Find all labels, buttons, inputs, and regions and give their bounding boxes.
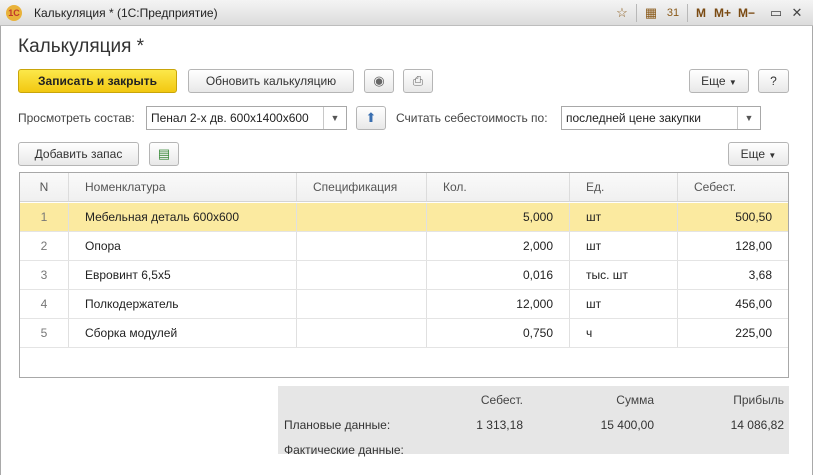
cost-method-value: последней цене закупки: [566, 111, 701, 125]
view-composition-value: Пенал 2-х дв. 600x1400x600: [151, 111, 309, 125]
cost-method-select[interactable]: последней цене закупки ▼: [561, 106, 761, 130]
table-row[interactable]: 3 Евровинт 6,5x5 0,016 тыс. шт 3,68: [20, 261, 788, 290]
column-header-specification[interactable]: Спецификация: [297, 173, 427, 202]
calculator-icon[interactable]: ▦: [643, 5, 659, 21]
row-nomenclature: Полкодержатель: [69, 290, 297, 318]
row-cost: 456,00: [735, 297, 772, 311]
row-number: 2: [20, 232, 69, 260]
calendar-icon[interactable]: 31: [665, 5, 681, 21]
row-number: 3: [20, 261, 69, 289]
window-titlebar: 1С Калькуляция * (1С:Предприятие) ☆ ▦ 31…: [0, 0, 813, 26]
row-specification: [297, 232, 427, 260]
row-number: 1: [20, 203, 69, 231]
column-header-quantity[interactable]: Кол.: [427, 173, 570, 202]
row-quantity: 2,000: [427, 232, 570, 260]
chevron-down-icon: ▼: [728, 78, 737, 87]
row-specification: [297, 319, 427, 347]
planned-profit-value: 14 086,82: [730, 418, 784, 432]
chevron-down-icon[interactable]: ▼: [323, 107, 346, 129]
row-quantity: 5,000: [427, 203, 570, 231]
planned-data-label: Плановые данные:: [284, 418, 391, 432]
column-header-nomenclature[interactable]: Номенклатура: [69, 173, 297, 202]
planned-cost-value: 1 313,18: [476, 418, 523, 432]
memory-minus-button[interactable]: M−: [738, 5, 755, 21]
column-header-unit[interactable]: Ед.: [570, 173, 678, 202]
column-header-n[interactable]: N: [20, 173, 69, 202]
more-label: Еще: [701, 74, 726, 88]
row-specification: [297, 261, 427, 289]
row-nomenclature: Сборка модулей: [69, 319, 297, 347]
memory-plus-button[interactable]: M+: [714, 5, 731, 21]
row-number: 5: [20, 319, 69, 347]
table-row[interactable]: 5 Сборка модулей 0,750 ч 225,00: [20, 319, 788, 348]
more-actions-button[interactable]: Еще ▼: [689, 69, 749, 93]
favorites-icon[interactable]: ☆: [614, 5, 630, 21]
chevron-down-icon: ▼: [768, 151, 777, 160]
row-specification: [297, 290, 427, 318]
restore-window-icon[interactable]: ▭: [768, 5, 784, 21]
table-row[interactable]: 2 Опора 2,000 шт 128,00: [20, 232, 788, 261]
row-nomenclature: Евровинт 6,5x5: [69, 261, 297, 289]
chevron-down-icon[interactable]: ▼: [737, 107, 760, 129]
open-specification-icon[interactable]: ⬆: [356, 106, 386, 130]
row-quantity: 0,016: [427, 261, 570, 289]
more-label: Еще: [740, 147, 766, 161]
memory-button[interactable]: M: [696, 5, 706, 21]
calculation-table[interactable]: N Номенклатура Спецификация Кол. Ед. Себ…: [19, 172, 789, 378]
row-cost: 3,68: [748, 268, 772, 282]
table-more-button[interactable]: Еще ▼: [728, 142, 789, 166]
toolbar-separator: [636, 4, 637, 22]
print-icon[interactable]: ⎙: [403, 69, 433, 93]
summary-header-cost: Себест.: [480, 393, 523, 407]
row-cost: 500,50: [735, 210, 772, 224]
add-stock-button[interactable]: Добавить запас: [18, 142, 139, 166]
view-composition-select[interactable]: Пенал 2-х дв. 600x1400x600 ▼: [146, 106, 347, 130]
row-unit: шт: [570, 290, 678, 318]
view-composition-label: Просмотреть состав:: [18, 111, 135, 125]
row-nomenclature: Опора: [69, 232, 297, 260]
select-items-icon[interactable]: ▤: [149, 142, 179, 166]
row-specification: [297, 203, 427, 231]
window-title: Калькуляция * (1С:Предприятие): [34, 6, 218, 20]
row-unit: тыс. шт: [570, 261, 678, 289]
table-row[interactable]: 1 Мебельная деталь 600x600 5,000 шт 500,…: [20, 203, 788, 232]
summary-header-sum: Сумма: [616, 393, 654, 407]
help-button[interactable]: ?: [758, 69, 789, 93]
save-and-close-button[interactable]: Записать и закрыть: [18, 69, 177, 93]
row-quantity: 0,750: [427, 319, 570, 347]
preview-eye-icon[interactable]: ◉: [364, 69, 394, 93]
row-nomenclature: Мебельная деталь 600x600: [69, 203, 297, 231]
app-logo-icon: 1С: [6, 5, 22, 21]
row-cost: 225,00: [735, 326, 772, 340]
toolbar-separator: [687, 4, 688, 22]
update-calculation-button[interactable]: Обновить калькуляцию: [188, 69, 354, 93]
form-title: Калькуляция *: [18, 36, 145, 57]
actual-data-label: Фактические данные:: [284, 443, 404, 457]
planned-sum-value: 15 400,00: [600, 418, 654, 432]
row-number: 4: [20, 290, 69, 318]
close-window-icon[interactable]: ✕: [789, 5, 805, 21]
table-row[interactable]: 4 Полкодержатель 12,000 шт 456,00: [20, 290, 788, 319]
summary-header-profit: Прибыль: [733, 393, 784, 407]
summary-panel: Себест. Сумма Прибыль Плановые данные: 1…: [278, 386, 789, 457]
row-cost: 128,00: [735, 239, 772, 253]
row-unit: ч: [570, 319, 678, 347]
row-quantity: 12,000: [427, 290, 570, 318]
row-unit: шт: [570, 232, 678, 260]
row-unit: шт: [570, 203, 678, 231]
cost-method-label: Считать себестоимость по:: [396, 111, 548, 125]
column-header-cost[interactable]: Себест.: [678, 173, 788, 202]
